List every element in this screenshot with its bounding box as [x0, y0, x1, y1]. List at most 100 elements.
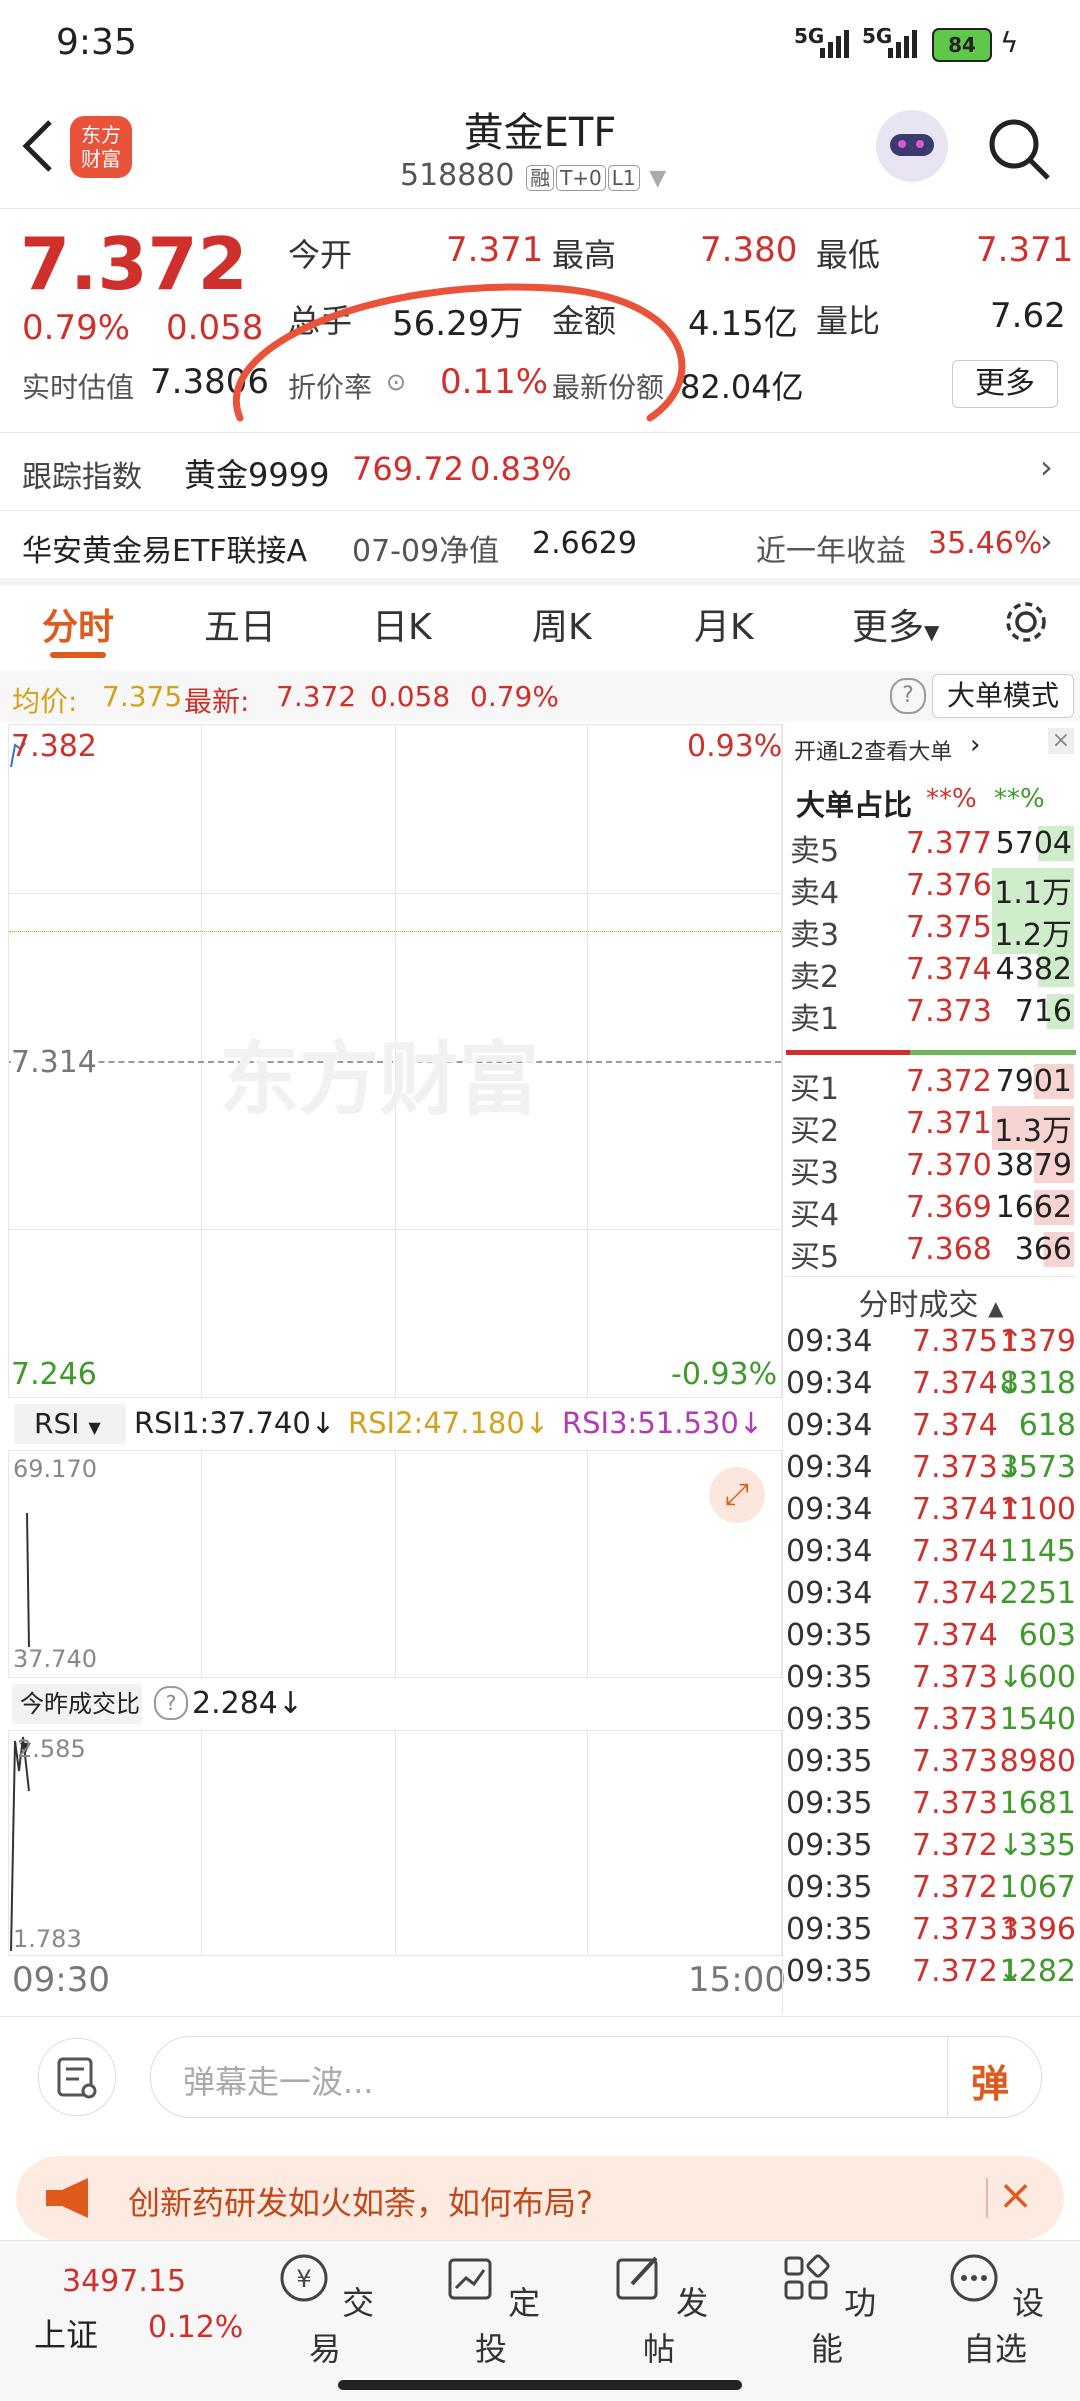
trade-row: 09:35 7.372 ↓ 335: [786, 1828, 1080, 1870]
vol-ratio-chart[interactable]: 2.585 1.783: [8, 1730, 782, 1956]
ratio-bar-buy: [786, 1050, 910, 1055]
quote-block: 7.372 0.79% 0.058 今开 7.371 最高 7.380 最低 7…: [0, 208, 1080, 430]
l2-promo[interactable]: 开通L2查看大单 › ×: [786, 728, 1076, 770]
tracking-value: 769.72: [352, 450, 464, 488]
tab-daily-k[interactable]: 日K: [372, 598, 432, 650]
status-bar: 9:35 5G 5G 84 ϟ: [0, 0, 1080, 90]
trade-row: 09:35 7.373 ↓ 600: [786, 1660, 1080, 1702]
assistant-avatar[interactable]: [876, 110, 948, 182]
dropdown-icon: ▼: [924, 620, 940, 644]
bid-row[interactable]: 买1 7.372 7901: [786, 1064, 1076, 1107]
trade-time: 09:35: [786, 1618, 873, 1653]
active-tab-indicator: [50, 652, 106, 658]
home-indicator[interactable]: [338, 2380, 742, 2390]
trade-time: 09:34: [786, 1324, 873, 1359]
trade-row: 09:35 7.372 ↓ 1282: [786, 1954, 1080, 1996]
tab-intraday[interactable]: 分时: [42, 598, 114, 650]
rsi-chart[interactable]: 69.170 37.740 ⤢: [8, 1450, 782, 1678]
grid-icon: [784, 2254, 830, 2300]
status-time: 9:35: [56, 22, 137, 63]
tracking-pct: 0.83%: [470, 450, 572, 488]
trade-row: 09:34 7.374 2251: [786, 1576, 1080, 1618]
danmu-send-button[interactable]: 弹: [971, 2053, 1009, 2108]
more-button[interactable]: 更多: [952, 360, 1058, 408]
trade-time: 09:35: [786, 1702, 873, 1737]
trade-volume: 2251: [999, 1576, 1076, 1611]
danmu-input[interactable]: 弹幕走一波... 弹: [150, 2036, 1042, 2118]
trade-time: 09:34: [786, 1366, 873, 1401]
search-icon[interactable]: [986, 116, 1052, 182]
danmu-list-icon[interactable]: [38, 2038, 116, 2116]
nav-trade[interactable]: ¥ 交易: [270, 2250, 380, 2370]
ask-row[interactable]: 卖1 7.373 716: [786, 994, 1076, 1037]
trade-row: 09:34 7.374 ↓ 8318: [786, 1366, 1080, 1408]
nav-invest[interactable]: 定投: [436, 2250, 546, 2370]
trade-time: 09:34: [786, 1534, 873, 1569]
tab-5day[interactable]: 五日: [204, 598, 276, 650]
trade-price: 7.375: [912, 1324, 998, 1359]
trade-time: 09:34: [786, 1492, 873, 1527]
charging-icon: ϟ: [1000, 26, 1019, 59]
big-order-mode-button[interactable]: 大单模式: [932, 674, 1074, 718]
tab-more-label: 更多: [852, 607, 925, 648]
help-icon[interactable]: ?: [154, 1686, 188, 1720]
bid-row[interactable]: 买5 7.368 366: [786, 1232, 1076, 1275]
chart-info-bar: 均价: 7.375 最新: 7.372 0.058 0.79% ? 大单模式: [0, 670, 1080, 722]
ask-volume: 4382: [993, 952, 1074, 987]
rsi-selector[interactable]: RSI ▼: [14, 1404, 126, 1444]
change-pct: 0.79%: [22, 308, 131, 348]
trade-volume: 1100: [999, 1492, 1076, 1527]
bid-price: 7.369: [906, 1190, 992, 1225]
bid-row[interactable]: 买2 7.371 1.3万: [786, 1106, 1076, 1150]
bid-row[interactable]: 买3 7.370 3879: [786, 1148, 1076, 1191]
expand-icon[interactable]: ⤢: [709, 1467, 765, 1523]
ask-level-label: 卖2: [790, 960, 840, 995]
index-ticker[interactable]: 3497.15 上证 0.12%: [30, 2258, 243, 2378]
vol-ratio-y-top: 2.585: [17, 1735, 86, 1763]
ask-row[interactable]: 卖3 7.375 1.2万: [786, 910, 1076, 954]
ask-row[interactable]: 卖4 7.376 1.1万: [786, 868, 1076, 912]
bid-level-label: 买2: [790, 1114, 840, 1149]
nav-post[interactable]: 发帖: [604, 2250, 714, 2370]
linked-fund-row[interactable]: 华安黄金易ETF联接A 07-09净值 2.6629 近一年收益 35.46% …: [0, 512, 1080, 578]
ask-row[interactable]: 卖5 7.377 5704: [786, 826, 1076, 869]
bid-volume: 1662: [993, 1190, 1074, 1225]
settings-icon[interactable]: [1002, 598, 1050, 646]
logo-line-1: 东方: [81, 123, 121, 147]
stock-code: 518880: [400, 158, 515, 193]
trade-price: 7.373: [912, 1786, 998, 1821]
help-icon[interactable]: ?: [890, 678, 926, 714]
back-icon[interactable]: [18, 116, 58, 176]
trade-row: 09:34 7.375 ↑ 1379: [786, 1324, 1080, 1366]
news-banner[interactable]: 创新药研发如火如荼，如何布局? ×: [16, 2156, 1064, 2240]
trade-price: 7.373: [912, 1450, 998, 1485]
x-axis-start: 09:30: [12, 1960, 110, 2000]
ask-level-label: 卖3: [790, 918, 840, 953]
price-chart[interactable]: 东方财富 7.382 7.314 7.246 0.93% -0.93%: [8, 724, 782, 1398]
tab-more[interactable]: 更多▼: [852, 598, 939, 650]
trade-row: 09:35 7.374 603: [786, 1618, 1080, 1660]
rsi2-value: RSI2:47.180↓: [348, 1406, 550, 1440]
close-icon[interactable]: ×: [1048, 728, 1074, 754]
bid-row[interactable]: 买4 7.369 1662: [786, 1190, 1076, 1233]
tab-monthly-k[interactable]: 月K: [694, 598, 754, 650]
ask-price: 7.377: [906, 826, 992, 861]
close-icon[interactable]: ×: [998, 2170, 1033, 2219]
trades-header[interactable]: 分时成交 ▲: [786, 1280, 1076, 1323]
nav-functions[interactable]: 功能: [772, 2250, 882, 2370]
tracking-index-row[interactable]: 跟踪指数 黄金9999 769.72 0.83% ›: [0, 434, 1080, 510]
stock-code-row[interactable]: 518880 融 T+0 L1 ▼: [400, 158, 666, 193]
ask-row[interactable]: 卖2 7.374 4382: [786, 952, 1076, 995]
ask-level-label: 卖5: [790, 834, 840, 869]
trade-volume: 618: [1018, 1408, 1076, 1443]
trade-time: 09:35: [786, 1828, 873, 1863]
vol-ratio-selector[interactable]: 今昨成交比▼: [12, 1684, 142, 1756]
bid-price: 7.371: [906, 1106, 992, 1141]
logo-line-2: 财富: [81, 147, 121, 171]
tab-weekly-k[interactable]: 周K: [532, 598, 592, 650]
nav-watchlist[interactable]: 设自选: [940, 2250, 1050, 2370]
bid-volume: 3879: [993, 1148, 1074, 1183]
chevron-right-icon: ›: [970, 730, 981, 760]
latest-pct: 0.79%: [470, 680, 559, 713]
trade-price: 7.373: [912, 1744, 998, 1779]
